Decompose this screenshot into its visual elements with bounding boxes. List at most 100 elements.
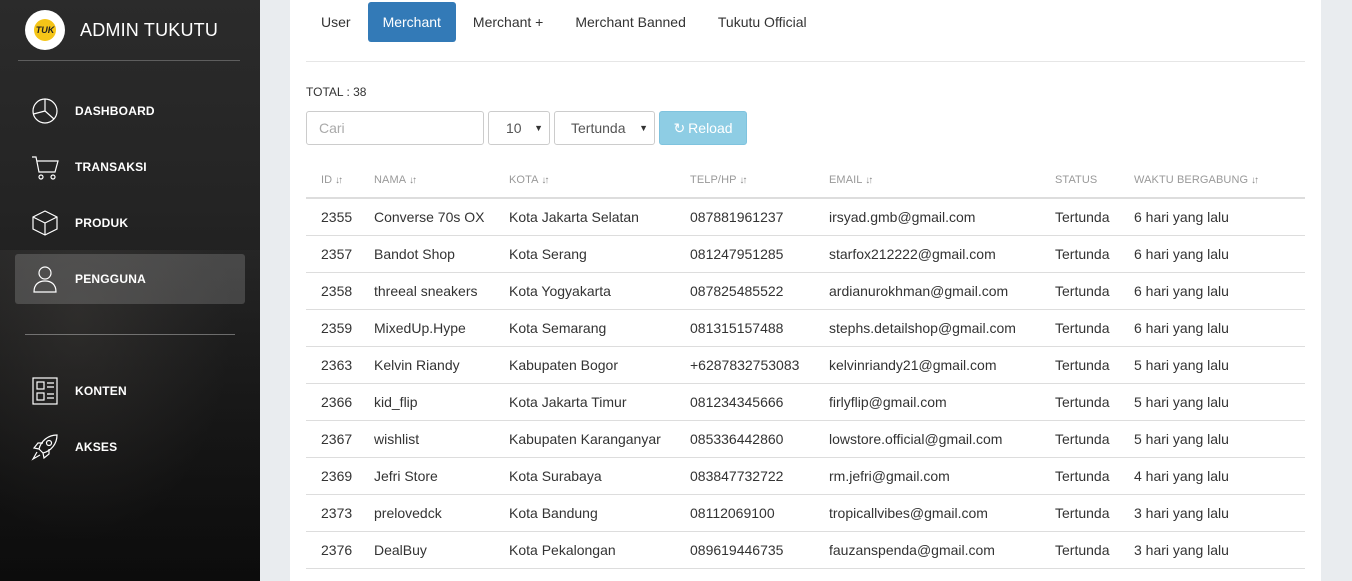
cell-id: 2367: [321, 431, 353, 447]
cell-telp: 089619446735: [690, 542, 784, 558]
sort-icon: ↓↑: [540, 175, 549, 186]
cell-kota: Kota Bandung: [509, 505, 598, 521]
cell-kota: Kabupaten Karanganyar: [509, 431, 661, 447]
reload-button[interactable]: ↻ Reload: [659, 111, 747, 145]
column-header-label: ID: [321, 174, 333, 186]
user-type-tabs: User Merchant Merchant + Merchant Banned…: [306, 2, 824, 42]
status-value: Tertunda: [571, 120, 626, 136]
cell-status: Tertunda: [1055, 505, 1110, 521]
sidebar-item-label: TRANSAKSI: [75, 160, 147, 174]
cell-status: Tertunda: [1055, 431, 1110, 447]
search-input[interactable]: [306, 111, 484, 145]
cell-email: tropicallvibes@gmail.com: [829, 505, 988, 521]
cell-status: Tertunda: [1055, 468, 1110, 484]
sidebar-item-label: AKSES: [75, 440, 118, 454]
pie-chart-icon: [32, 98, 58, 124]
table-row[interactable]: 2369 Jefri Store Kota Surabaya 083847732722…: [306, 458, 1305, 495]
cell-waktu: 6 hari yang lalu: [1134, 246, 1229, 262]
cell-email: starfox212222@gmail.com: [829, 246, 996, 262]
cell-telp: 081247951285: [690, 246, 784, 262]
cell-email: rm.jefri@gmail.com: [829, 468, 950, 484]
column-header-email[interactable]: EMAIL ↓↑: [829, 174, 873, 186]
cell-email: lowstore.official@gmail.com: [829, 431, 1003, 447]
column-header-nama[interactable]: NAMA ↓↑: [374, 174, 417, 186]
table-row[interactable]: 2367 wishlist Kabupaten Karanganyar 0853364…: [306, 421, 1305, 458]
cell-id: 2355: [321, 209, 353, 225]
sidebar-item-konten[interactable]: KONTEN: [15, 366, 245, 416]
content-layout-icon: [32, 377, 58, 405]
cell-telp: 081315157488: [690, 320, 784, 336]
cell-telp: 087881961237: [690, 209, 784, 225]
cell-id: 2358: [321, 283, 353, 299]
cell-nama: prelovedck: [374, 505, 442, 521]
column-header-waktu[interactable]: WAKTU BERGABUNG ↓↑: [1134, 174, 1259, 186]
brand[interactable]: TUK ADMIN TUKUTU: [25, 10, 218, 50]
total-count: TOTAL : 38: [306, 85, 367, 99]
cell-nama: Kelvin Riandy: [374, 357, 460, 373]
cell-id: 2376: [321, 542, 353, 558]
table-row[interactable]: 2355 Converse 70s OX Kota Jakarta Selatan 0…: [306, 199, 1305, 236]
sort-icon: ↓↑: [334, 175, 343, 186]
cell-nama: Converse 70s OX: [374, 209, 485, 225]
table-row[interactable]: 2373 prelovedck Kota Bandung 08112069100 tro…: [306, 495, 1305, 532]
column-header-kota[interactable]: KOTA ↓↑: [509, 174, 549, 186]
cell-email: kelvinriandy21@gmail.com: [829, 357, 997, 373]
cell-nama: wishlist: [374, 431, 420, 447]
cell-kota: Kota Pekalongan: [509, 542, 616, 558]
sidebar-item-pengguna[interactable]: PENGGUNA: [15, 254, 245, 304]
cell-email: fauzanspenda@gmail.com: [829, 542, 995, 558]
cell-telp: 087825485522: [690, 283, 784, 299]
table-row[interactable]: 2363 Kelvin Riandy Kabupaten Bogor +6287832…: [306, 347, 1305, 384]
sidebar-item-transaksi[interactable]: TRANSAKSI: [15, 142, 245, 192]
tab-merchant[interactable]: Merchant: [367, 2, 456, 42]
table-row[interactable]: 2358 threeal sneakers Kota Yogyakarta 08782…: [306, 273, 1305, 310]
cell-kota: Kota Serang: [509, 246, 587, 262]
cell-kota: Kota Surabaya: [509, 468, 602, 484]
cell-telp: 083847732722: [690, 468, 784, 484]
tab-user[interactable]: User: [306, 2, 366, 42]
cell-id: 2359: [321, 320, 353, 336]
page-size-select[interactable]: 10 ▼: [488, 111, 550, 145]
sidebar-item-akses[interactable]: AKSES: [15, 422, 245, 472]
brand-logo-mark: TUK: [34, 19, 56, 41]
column-header-id[interactable]: ID ↓↑: [321, 174, 343, 186]
filter-bar: 10 ▼ Tertunda ▼ ↻ Reload: [306, 111, 747, 145]
tab-merchant-banned[interactable]: Merchant Banned: [560, 2, 701, 42]
brand-title: ADMIN TUKUTU: [80, 19, 219, 40]
cell-email: irsyad.gmb@gmail.com: [829, 209, 976, 225]
reload-label: Reload: [688, 120, 733, 136]
sidebar-divider: [25, 334, 235, 335]
column-header-telp[interactable]: TELP/HP ↓↑: [690, 174, 747, 186]
chevron-down-icon: ▼: [534, 123, 543, 133]
table-row[interactable]: 2376 DealBuy Kota Pekalongan 089619446735 fa…: [306, 532, 1305, 569]
cell-telp: 085336442860: [690, 431, 784, 447]
cell-waktu: 6 hari yang lalu: [1134, 209, 1229, 225]
status-select[interactable]: Tertunda ▼: [554, 111, 655, 145]
sidebar-item-dashboard[interactable]: DASHBOARD: [15, 86, 245, 136]
sort-icon: ↓↑: [408, 175, 417, 186]
cell-nama: Bandot Shop: [374, 246, 455, 262]
cell-waktu: 5 hari yang lalu: [1134, 357, 1229, 373]
sort-icon: ↓↑: [738, 175, 747, 186]
brand-divider: [18, 60, 240, 61]
main-panel: User Merchant Merchant + Merchant Banned…: [290, 0, 1321, 581]
tab-merchant-plus[interactable]: Merchant +: [458, 2, 558, 42]
table-row[interactable]: 2366 kid_flip Kota Jakarta Timur 0812343456…: [306, 384, 1305, 421]
cell-telp: +6287832753083: [690, 357, 800, 373]
page-size-value: 10: [506, 120, 522, 136]
cell-kota: Kota Jakarta Selatan: [509, 209, 639, 225]
cell-status: Tertunda: [1055, 542, 1110, 558]
column-header-label: KOTA: [509, 174, 539, 186]
cell-status: Tertunda: [1055, 283, 1110, 299]
sort-icon: ↓↑: [1250, 175, 1259, 186]
cell-telp: 081234345666: [690, 394, 784, 410]
table-row[interactable]: 2359 MixedUp.Hype Kota Semarang 08131515748…: [306, 310, 1305, 347]
table-row[interactable]: 2357 Bandot Shop Kota Serang 081247951285 st…: [306, 236, 1305, 273]
table-body: 2355 Converse 70s OX Kota Jakarta Selatan 0…: [306, 199, 1305, 569]
page-gutter: [1321, 0, 1352, 581]
tab-tukutu-official[interactable]: Tukutu Official: [703, 2, 822, 42]
chevron-down-icon: ▼: [639, 123, 648, 133]
cell-waktu: 6 hari yang lalu: [1134, 283, 1229, 299]
column-header-label: WAKTU BERGABUNG: [1134, 174, 1249, 186]
sidebar-item-produk[interactable]: PRODUK: [15, 198, 245, 248]
